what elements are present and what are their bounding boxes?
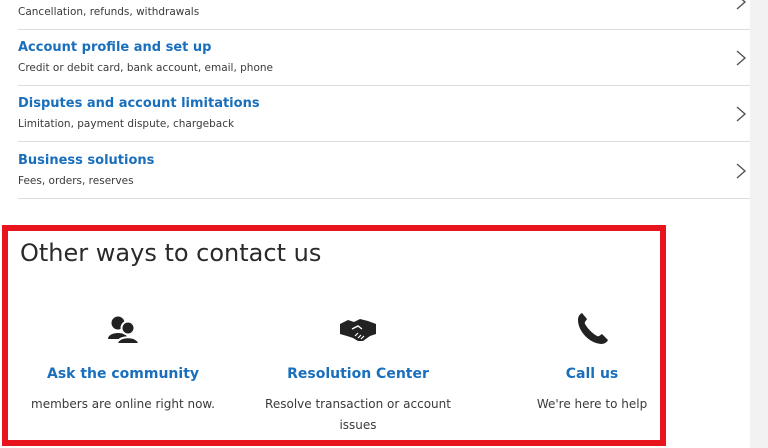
chevron-right-icon[interactable] xyxy=(734,106,748,122)
help-item-business-solutions[interactable]: Business solutions Fees, orders, reserve… xyxy=(0,143,750,199)
phone-icon[interactable] xyxy=(572,309,612,349)
handshake-icon[interactable] xyxy=(338,309,378,349)
help-item-disputes[interactable]: Disputes and account limitations Limitat… xyxy=(0,86,750,142)
divider xyxy=(18,198,750,199)
section-title: Other ways to contact us xyxy=(20,239,322,267)
chevron-right-icon[interactable] xyxy=(734,163,748,179)
chevron-right-icon[interactable] xyxy=(734,50,748,66)
help-item-description: Cancellation, refunds, withdrawals xyxy=(18,6,200,18)
call-us-link[interactable]: Call us xyxy=(497,366,687,382)
help-item-description: Credit or debit card, bank account, emai… xyxy=(18,62,274,74)
scroll-gutter xyxy=(750,0,768,448)
contact-option-call[interactable]: Call us We're here to help xyxy=(497,309,687,415)
option-description: members are online right now. xyxy=(31,397,215,411)
help-item-description: Fees, orders, reserves xyxy=(18,175,134,187)
help-item-cancellation[interactable]: Cancellation, refunds, withdrawals xyxy=(0,0,750,30)
contact-section: Other ways to contact us Ask the communi… xyxy=(2,225,666,446)
resolution-center-link[interactable]: Resolution Center xyxy=(263,366,453,382)
contact-option-resolution[interactable]: Resolution Center Resolve transaction or… xyxy=(263,309,453,436)
ask-community-link[interactable]: Ask the community xyxy=(28,366,218,382)
help-item-title[interactable]: Business solutions xyxy=(18,153,154,168)
option-description: Resolve transaction or account issues xyxy=(265,397,451,432)
contact-option-community[interactable]: Ask the community members are online rig… xyxy=(28,309,218,415)
help-page: Cancellation, refunds, withdrawals Accou… xyxy=(0,0,768,448)
community-icon[interactable] xyxy=(103,309,143,349)
help-item-account-profile[interactable]: Account profile and set up Credit or deb… xyxy=(0,30,750,86)
chevron-right-icon xyxy=(736,0,747,10)
help-item-description: Limitation, payment dispute, chargeback xyxy=(18,118,235,130)
divider xyxy=(18,141,750,142)
option-description: We're here to help xyxy=(536,397,648,411)
help-item-title[interactable]: Account profile and set up xyxy=(18,40,211,55)
help-item-title[interactable]: Disputes and account limitations xyxy=(18,96,260,111)
